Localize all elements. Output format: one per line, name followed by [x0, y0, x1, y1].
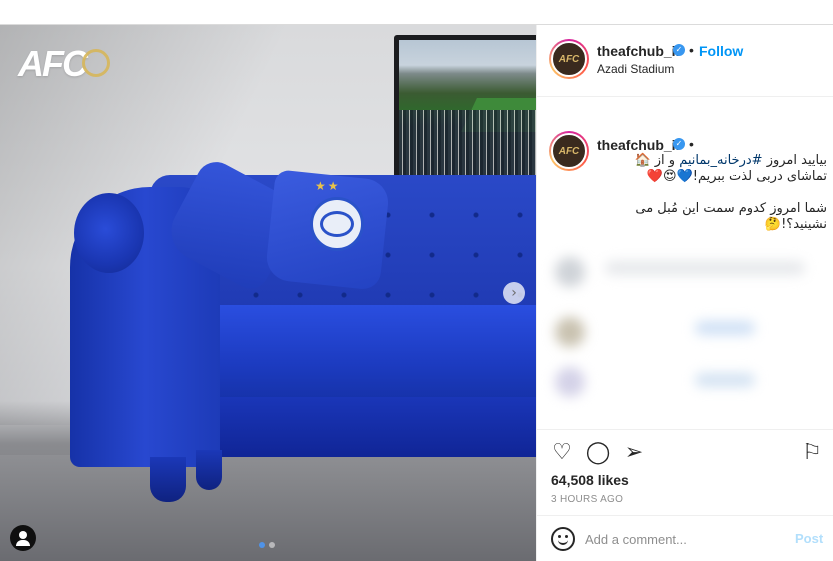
- comment-composer: Post: [537, 515, 833, 561]
- carousel-next-button[interactable]: ›: [503, 282, 525, 304]
- club-crest-ring: [320, 211, 354, 237]
- sofa-arm-roll: [74, 193, 144, 273]
- stadium-screen: [399, 40, 536, 180]
- club-crest-icon: [310, 197, 364, 251]
- location-link[interactable]: Azadi Stadium: [597, 62, 674, 76]
- sofa-seat: [185, 305, 536, 405]
- username-link[interactable]: theafchub_ir: [597, 43, 681, 59]
- sofa-leg: [150, 457, 186, 502]
- hearts-emoji-icon: 💙😍❤️: [646, 169, 693, 184]
- separator-dot: •: [689, 136, 694, 152]
- share-icon[interactable]: ➢: [621, 440, 647, 466]
- separator-dot: •: [689, 42, 694, 58]
- post-comment-button[interactable]: Post: [795, 531, 823, 546]
- like-count[interactable]: 64,508 likes: [551, 472, 629, 488]
- post-media[interactable]: ★★ AFC ›: [0, 25, 536, 561]
- avatar[interactable]: AFC: [549, 39, 589, 79]
- avatar-image: AFC: [551, 41, 587, 77]
- post-timestamp[interactable]: 3 HOURS AGO: [551, 494, 623, 505]
- caption-avatar[interactable]: AFC: [549, 131, 589, 171]
- post-actions: ♡ ◯ ➢ ⚐ 64,508 likes 3 HOURS AGO: [537, 429, 833, 515]
- heart-icon[interactable]: ♡: [549, 440, 575, 466]
- chevron-right-icon: ›: [511, 285, 517, 301]
- post-side-panel: AFC theafchub_ir ✓ • Follow Azadi Stadiu…: [536, 25, 833, 561]
- comment-icon[interactable]: ◯: [585, 440, 611, 466]
- crest-stars-icon: ★★: [315, 179, 341, 193]
- caption-line: نشینید؟!🤔: [764, 217, 827, 232]
- verified-badge-icon: ✓: [673, 138, 685, 150]
- afc-logo: AFC: [18, 43, 88, 84]
- caption-line: شما امروز کدوم سمت این مُبل می: [635, 201, 827, 216]
- tv-image: [394, 35, 536, 185]
- emoji-picker-icon[interactable]: [551, 527, 575, 551]
- thinking-emoji-icon: 🤔: [764, 217, 782, 232]
- caption-line: بیایید امروز #در‌خانه_بمانیم و از 🏠: [634, 153, 827, 168]
- post-header: AFC theafchub_ir ✓ • Follow Azadi Stadiu…: [537, 25, 833, 97]
- carousel-dot: [259, 542, 265, 548]
- comments-area: AFC theafchub_ir ✓ • بیایید امروز #در‌خا…: [537, 97, 833, 427]
- post-frame: ★★ AFC › AFC theafchub_ir ✓ • Follow Aza…: [0, 24, 833, 561]
- stadium-crowd: [399, 110, 536, 180]
- caption-username-link[interactable]: theafchub_ir: [597, 137, 681, 153]
- comment-input[interactable]: [585, 528, 775, 550]
- caption-text: بیایید امروز #در‌خانه_بمانیم و از 🏠 تماش…: [597, 153, 827, 233]
- hashtag-link[interactable]: #در‌خانه_بمانیم: [679, 153, 762, 168]
- blurred-comments: [545, 247, 830, 427]
- carousel-indicator: [259, 542, 275, 548]
- carousel-dot: [269, 542, 275, 548]
- tagged-users-button[interactable]: [10, 525, 36, 551]
- avatar-image: AFC: [551, 133, 587, 169]
- user-icon: [19, 531, 27, 539]
- sofa-leg: [196, 450, 222, 490]
- follow-button[interactable]: Follow: [699, 43, 743, 59]
- verified-badge-icon: ✓: [673, 44, 685, 56]
- bookmark-icon[interactable]: ⚐: [799, 440, 825, 466]
- house-emoji-icon: 🏠: [634, 153, 651, 168]
- caption-line: تماشای دربی لذت ببریم!💙😍❤️: [646, 169, 827, 184]
- afc-logo-emblem-icon: [82, 49, 110, 77]
